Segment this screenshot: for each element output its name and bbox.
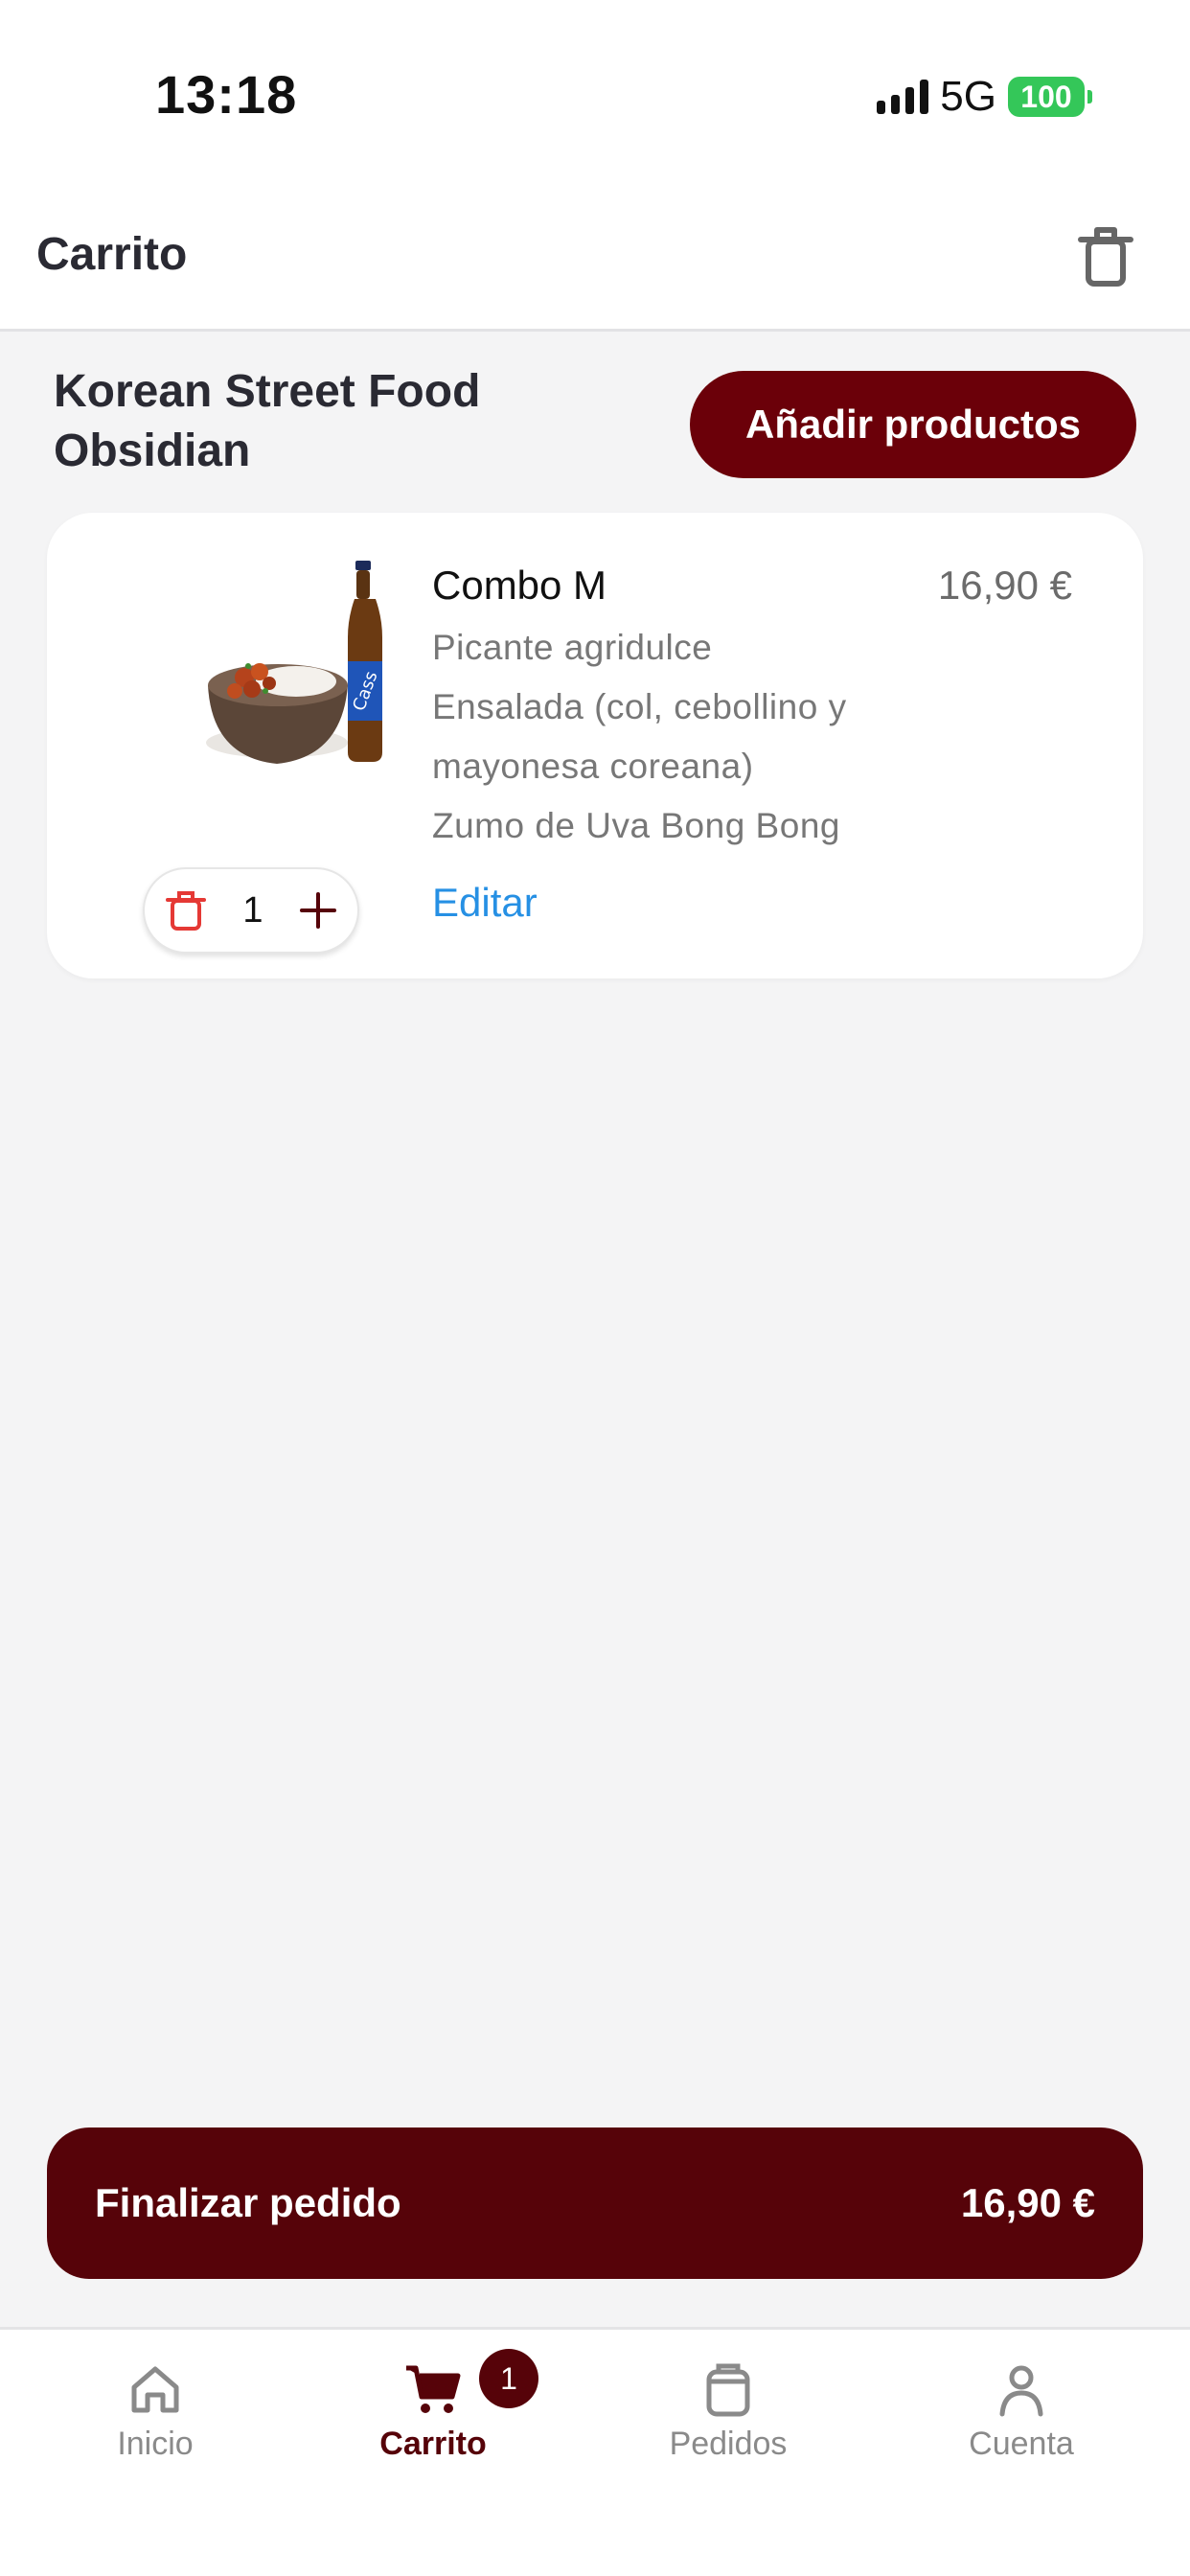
item-option: mayonesa coreana) xyxy=(432,747,754,786)
store-name: Korean Street Food Obsidian xyxy=(54,366,481,476)
item-options: Picante agridulce Ensalada (col, cebolli… xyxy=(432,618,930,856)
add-products-button[interactable]: Añadir productos xyxy=(690,371,1136,478)
item-price: 16,90 € xyxy=(937,563,1072,608)
header: Carrito xyxy=(0,192,1190,332)
product-image[interactable]: Cass xyxy=(152,551,430,800)
item-option: Zumo de Uva Bong Bong xyxy=(432,806,840,845)
battery-icon: 100 xyxy=(1008,77,1092,117)
quantity-stepper: 1 xyxy=(143,867,359,954)
cart-icon xyxy=(406,2365,461,2413)
tab-bar: Inicio Carrito 1 Pedidos Cuenta xyxy=(0,2327,1190,2576)
home-icon xyxy=(131,2366,179,2413)
trash-icon[interactable] xyxy=(1071,222,1140,291)
network-type: 5G xyxy=(940,73,996,120)
page-title: Carrito xyxy=(36,229,188,280)
cart-item-card: Cass 1 Combo M 16,90 € Picante agridulce… xyxy=(47,513,1143,978)
checkout-label: Finalizar pedido xyxy=(95,2180,401,2225)
tab-cuenta[interactable]: Cuenta xyxy=(906,2358,1136,2463)
tab-label: Cuenta xyxy=(969,2426,1074,2462)
item-name: Combo M xyxy=(432,563,607,608)
account-icon xyxy=(999,2365,1043,2417)
tab-label: Inicio xyxy=(117,2426,194,2462)
checkout-button[interactable]: Finalizar pedido 16,90 € xyxy=(47,2128,1143,2279)
remove-item-icon[interactable] xyxy=(164,888,208,932)
status-time: 13:18 xyxy=(155,64,298,125)
status-bar: 13:18 5G 100 xyxy=(0,0,1190,192)
signal-icon xyxy=(877,80,929,114)
tab-label: Carrito xyxy=(379,2426,487,2462)
cart-badge: 1 xyxy=(479,2349,538,2408)
checkout-total: 16,90 € xyxy=(960,2180,1095,2225)
tab-inicio[interactable]: Inicio xyxy=(40,2358,270,2463)
orders-icon xyxy=(706,2363,750,2417)
status-indicators: 5G 100 xyxy=(877,73,1092,121)
tab-label: Pedidos xyxy=(669,2426,788,2462)
battery-level: 100 xyxy=(1020,79,1072,114)
plus-icon[interactable] xyxy=(298,890,338,931)
edit-link[interactable]: Editar xyxy=(432,880,538,926)
tab-pedidos[interactable]: Pedidos xyxy=(613,2358,843,2463)
item-option: Picante agridulce xyxy=(432,628,713,667)
quantity-value: 1 xyxy=(242,889,263,931)
item-option: Ensalada (col, cebollino y xyxy=(432,687,847,726)
